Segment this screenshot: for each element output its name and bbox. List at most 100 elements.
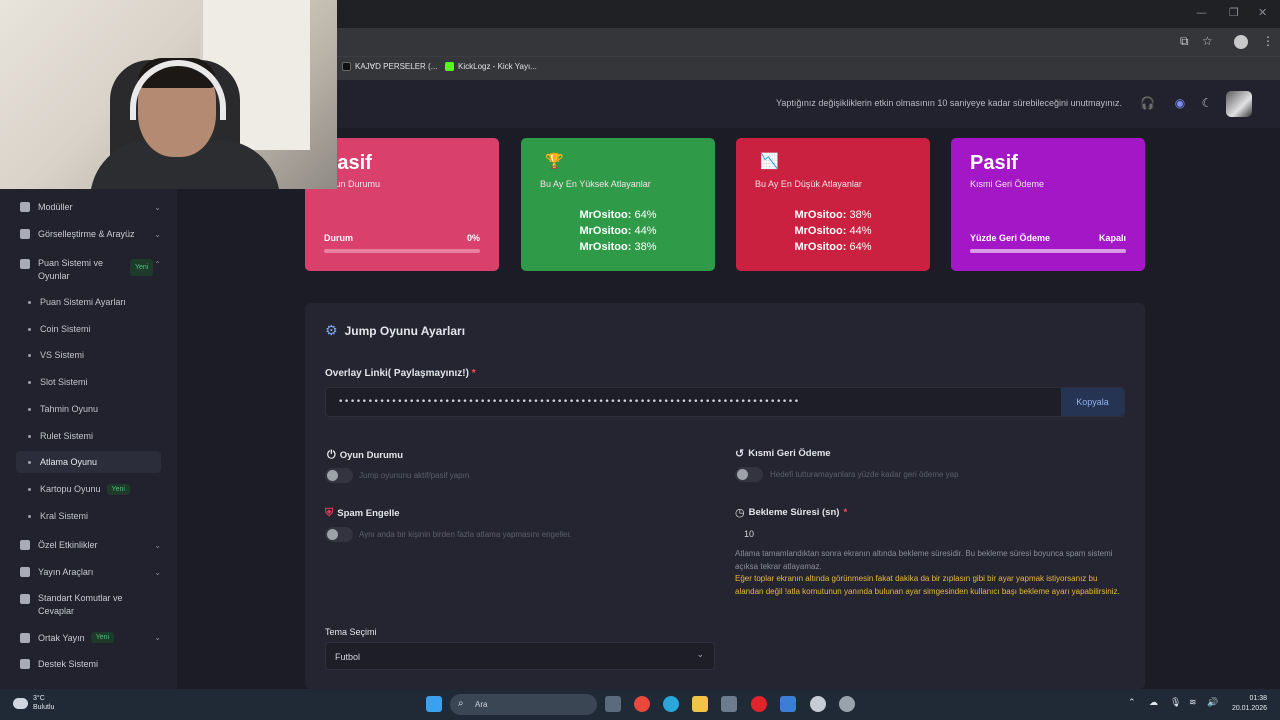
file-explorer-icon[interactable] xyxy=(692,696,708,712)
keyboard-icon xyxy=(20,594,30,604)
bekleme-suresi-label: ◷ Bekleme Süresi (sn) * xyxy=(735,506,848,519)
page-header: Yaptığınız değişikliklerin etkin olmasın… xyxy=(337,80,1280,128)
spam-engelle-label: ⛨ Spam Engelle xyxy=(325,506,400,519)
sidebar: Modüller ⌄ Görselleştirme & Arayüz ⌄ Pua… xyxy=(0,189,177,689)
avatar[interactable] xyxy=(1226,91,1252,117)
sidebar-subitem[interactable]: VS Sistemi xyxy=(16,344,161,366)
power-icon: ⏻ xyxy=(327,448,336,461)
bekleme-suresi-input[interactable]: 10 xyxy=(735,524,1125,546)
windows-start-icon[interactable] xyxy=(426,696,442,712)
chevron-down-icon: ⌄ xyxy=(154,633,161,642)
sidebar-subitem[interactable]: Tahmin Oyunu xyxy=(16,398,161,420)
opera-icon[interactable] xyxy=(751,696,767,712)
sidebar-item-ozel-etkinlikler[interactable]: Özel Etkinlikler ⌄ xyxy=(0,540,177,550)
settings-icon[interactable] xyxy=(810,696,826,712)
cloud-icon xyxy=(13,697,28,709)
stat-card-en-yuksek: 🏆 Bu Ay En Yüksek Atlayanlar MrOsitoo: 6… xyxy=(521,138,715,271)
copy-button[interactable]: Kopyala xyxy=(1061,388,1124,416)
cloud-sync-icon[interactable]: ☁ xyxy=(1149,698,1158,708)
oyun-durumu-toggle[interactable] xyxy=(325,468,353,483)
chart-down-icon: 📉 xyxy=(760,152,779,170)
profile-icon[interactable] xyxy=(1234,35,1248,49)
grid-icon xyxy=(20,202,30,212)
sidebar-item-destek-sistemi[interactable]: Destek Sistemi xyxy=(0,659,177,669)
task-view-icon[interactable] xyxy=(605,696,621,712)
support-icon xyxy=(20,659,30,669)
spam-engelle-toggle[interactable] xyxy=(325,527,353,542)
tema-label: Tema Seçimi xyxy=(325,627,377,637)
leaderboard-list: MrOsitoo: 64% MrOsitoo: 44% MrOsitoo: 38… xyxy=(521,207,715,255)
sidebar-item-puan-sistemi[interactable]: Puan Sistemi ve Oyunlar Yeni ⌃ xyxy=(0,257,177,283)
kick-icon xyxy=(445,62,454,71)
search-icon: ⌕ xyxy=(458,698,464,709)
tiktok-icon xyxy=(342,62,351,71)
edge-icon[interactable] xyxy=(663,696,679,712)
chevron-up-icon[interactable]: ⌃ xyxy=(1128,698,1136,708)
leaderboard-row: MrOsitoo: 38% xyxy=(579,241,657,253)
taskbar-search[interactable]: ⌕ Ara xyxy=(450,694,597,715)
webcam-overlay xyxy=(0,0,337,189)
leaderboard-row: MrOsitoo: 44% xyxy=(579,225,657,237)
chevron-down-icon: ⌄ xyxy=(154,229,161,239)
new-badge: Yeni xyxy=(90,632,115,643)
chevron-up-icon: ⌃ xyxy=(154,260,161,269)
bookmark-star-icon[interactable]: ☆ xyxy=(1202,34,1213,48)
jump-settings-panel: ⚙ Jump Oyunu Ayarları Overlay Linki( Pay… xyxy=(305,303,1145,689)
chrome-icon[interactable] xyxy=(634,696,650,712)
progress-bar xyxy=(324,249,480,253)
menu-dots-icon[interactable]: ⋮ xyxy=(1262,34,1274,48)
bookmark-item[interactable]: KickLogz - Kick Yayı... xyxy=(445,62,537,71)
leaderboard-row: MrOsitoo: 44% xyxy=(794,225,872,237)
header-notice: Yaptığınız değişikliklerin etkin olmasın… xyxy=(776,98,1123,108)
sidebar-subitem[interactable]: Rulet Sistemi xyxy=(16,425,161,447)
sidebar-subitem[interactable]: Coin Sistemi xyxy=(16,318,161,340)
calendar-icon xyxy=(20,540,30,550)
sidebar-subitem[interactable]: Puan Sistemi Ayarları xyxy=(16,291,161,313)
bekleme-warning: Eğer toplar ekranın altında görünmesin f… xyxy=(735,574,1120,596)
stat-card-en-dusuk: 📉 Bu Ay En Düşük Atlayanlar MrOsitoo: 38… xyxy=(736,138,930,271)
microphone-icon[interactable]: 🎙 xyxy=(1170,698,1181,708)
bekleme-description: Atlama tamamlandıktan sonra ekranın altı… xyxy=(735,549,1113,571)
bookmark-item[interactable]: KAJ∀D PERSELER (... xyxy=(342,62,437,71)
sidebar-subitem-active[interactable]: Atlama Oyunu xyxy=(16,451,161,473)
sidebar-item-gorsellestirme[interactable]: Görselleştirme & Arayüz ⌄ xyxy=(0,229,177,239)
restore-icon[interactable]: ❐ xyxy=(1229,6,1239,19)
moon-icon[interactable]: ☾ xyxy=(1200,96,1214,110)
sidebar-item-yayin-araclari[interactable]: Yayın Araçları ⌄ xyxy=(0,567,177,577)
tools-icon xyxy=(20,567,30,577)
clock[interactable]: 01:38 20.01.2026 xyxy=(1232,694,1267,714)
tema-select[interactable]: Futbol ⌄ xyxy=(325,642,715,670)
new-badge: Yeni xyxy=(106,483,130,495)
kismi-geri-odeme-toggle[interactable] xyxy=(735,467,763,482)
chevron-down-icon: ⌄ xyxy=(154,540,161,550)
sidebar-subitem[interactable]: Slot Sistemi xyxy=(16,371,161,393)
clock-icon: ◷ xyxy=(735,506,745,519)
minimize-icon[interactable]: — xyxy=(1196,6,1207,19)
close-icon[interactable]: ✕ xyxy=(1258,6,1267,19)
volume-icon[interactable]: 🔊 xyxy=(1207,698,1218,708)
headset-icon[interactable]: 🎧 xyxy=(1140,96,1155,110)
overlay-label: Overlay Linki( Paylaşmayınız!) * xyxy=(325,368,476,379)
discord-icon[interactable]: ◉ xyxy=(1173,96,1187,110)
chevron-down-icon: ⌄ xyxy=(696,650,704,660)
new-badge: Yeni xyxy=(130,259,154,276)
undo-icon: ↺ xyxy=(735,447,745,460)
leaderboard-row: MrOsitoo: 64% xyxy=(794,241,872,253)
app-icon[interactable] xyxy=(839,696,855,712)
install-app-icon[interactable]: ⧉ xyxy=(1180,34,1189,49)
sidebar-item-standart-komutlar[interactable]: Standart Komutlar ve Cevaplar xyxy=(0,592,177,618)
overlay-link-input[interactable]: ••••••••••••••••••••••••••••••••••••••••… xyxy=(325,387,1125,417)
leaderboard-row: MrOsitoo: 64% xyxy=(579,209,657,221)
leaderboard-row: MrOsitoo: 38% xyxy=(794,209,872,221)
sidebar-subitem[interactable]: Kartopu Oyunu Yeni xyxy=(16,478,161,500)
gears-icon: ⚙ xyxy=(325,323,338,339)
panel-title: ⚙ Jump Oyunu Ayarları xyxy=(325,323,466,339)
mail-icon[interactable] xyxy=(780,696,796,712)
store-icon[interactable] xyxy=(721,696,737,712)
wifi-icon[interactable]: ≋ xyxy=(1189,698,1197,708)
sidebar-item-moduller[interactable]: Modüller ⌄ xyxy=(0,202,177,212)
sidebar-subitem[interactable]: Kral Sistemi xyxy=(16,505,161,527)
sidebar-item-ortak-yayin[interactable]: Ortak Yayın Yeni ⌄ xyxy=(0,632,177,643)
leaderboard-list: MrOsitoo: 38% MrOsitoo: 44% MrOsitoo: 64… xyxy=(736,207,930,255)
weather-widget[interactable]: 3°C Bulutlu xyxy=(13,694,54,712)
